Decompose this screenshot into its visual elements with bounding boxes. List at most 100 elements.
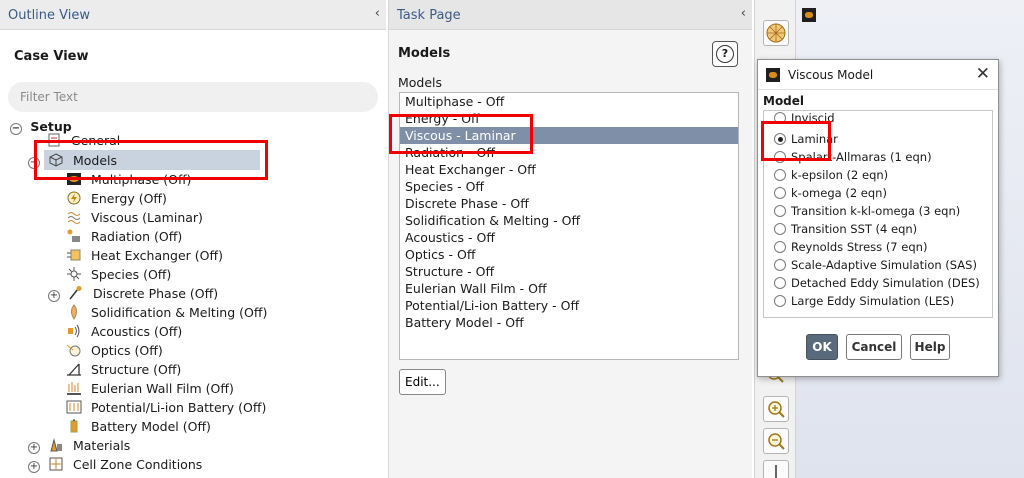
radio-option-k-omega[interactable]: k-omega (2 eqn): [774, 184, 887, 202]
annotation-box-laminar: [761, 121, 831, 161]
materials-icon: [50, 438, 62, 452]
radio-option-k-epsilon[interactable]: k-epsilon (2 eqn): [774, 166, 888, 184]
tree-label-energy: Energy (Off): [90, 191, 167, 206]
viscous-model-dialog: Viscous Model ✕ Model Inviscid Laminar S…: [757, 59, 999, 377]
collapse-outline-icon[interactable]: ‹: [375, 6, 380, 21]
toolbar-button-mesh[interactable]: [763, 20, 789, 46]
tree-label-cell-zone-conditions: Cell Zone Conditions: [72, 457, 203, 472]
tree-item-species[interactable]: Species (Off): [66, 265, 171, 284]
radio-label: Large Eddy Simulation (LES): [791, 294, 955, 308]
tree-item-viscous[interactable]: Viscous (Laminar): [66, 208, 203, 227]
zoom-in-icon: [768, 401, 785, 418]
tree-item-solidification[interactable]: Solidification & Melting (Off): [66, 303, 267, 322]
radio-option-sas[interactable]: Scale-Adaptive Simulation (SAS): [774, 256, 977, 274]
tree-label-radiation: Radiation (Off): [90, 229, 183, 244]
potential-battery-icon: [66, 400, 82, 414]
energy-icon: [67, 191, 81, 205]
list-item[interactable]: Solidification & Melting - Off: [400, 212, 738, 229]
discrete-phase-icon: [69, 286, 82, 300]
tree-item-heat-exchanger[interactable]: Heat Exchanger (Off): [66, 246, 223, 265]
collapse-task-page-icon[interactable]: ‹: [741, 6, 746, 21]
collapse-toggle-icon[interactable]: −: [10, 123, 22, 135]
list-item[interactable]: Acoustics - Off: [400, 229, 738, 246]
outline-view-panel: Outline View ‹ Case View − Setup General…: [0, 0, 386, 478]
help-button[interactable]: Help: [910, 334, 950, 360]
task-page-header: Task Page ‹: [389, 0, 752, 30]
ansys-logo-icon: [802, 8, 816, 22]
close-icon[interactable]: ✕: [976, 64, 990, 84]
tree-item-cell-zone-conditions[interactable]: + Cell Zone Conditions: [28, 455, 202, 474]
tree-item-eulerian-wall-film[interactable]: Eulerian Wall Film (Off): [66, 379, 234, 398]
cancel-button[interactable]: Cancel: [846, 334, 902, 360]
radio-button[interactable]: [774, 169, 786, 181]
viscous-icon: [67, 212, 81, 224]
tree-item-materials[interactable]: + Materials: [28, 436, 130, 455]
battery-model-icon: [70, 419, 78, 433]
tree-item-battery-model[interactable]: Battery Model (Off): [66, 417, 211, 436]
mesh-sphere-icon: [766, 23, 786, 43]
tree-label-viscous: Viscous (Laminar): [90, 210, 203, 225]
acoustics-icon: [68, 324, 80, 338]
tree-label-species: Species (Off): [90, 267, 172, 282]
tree-item-energy[interactable]: Energy (Off): [66, 189, 167, 208]
help-icon: ?: [716, 45, 734, 63]
radiation-icon: [67, 229, 80, 242]
radio-button[interactable]: [774, 259, 786, 271]
ok-button[interactable]: OK: [806, 334, 838, 360]
tree-label-battery-model: Battery Model (Off): [90, 419, 211, 434]
list-item[interactable]: Optics - Off: [400, 246, 738, 263]
expand-toggle-icon[interactable]: +: [48, 290, 60, 302]
tree-label-discrete-phase: Discrete Phase (Off): [92, 286, 219, 301]
tree-label-structure: Structure (Off): [90, 362, 182, 377]
radio-button[interactable]: [774, 187, 786, 199]
tree-label-heat-exchanger: Heat Exchanger (Off): [90, 248, 224, 263]
heat-exchanger-icon: [67, 249, 81, 261]
radio-button[interactable]: [774, 295, 786, 307]
toolbar-button-zoom-in[interactable]: [763, 396, 789, 422]
radio-label: Transition k-kl-omega (3 eqn): [791, 204, 961, 218]
list-item[interactable]: Heat Exchanger - Off: [400, 161, 738, 178]
expand-toggle-icon[interactable]: +: [28, 461, 40, 473]
list-item[interactable]: Battery Model - Off: [400, 314, 738, 331]
help-button[interactable]: ?: [712, 41, 738, 67]
radio-button[interactable]: [774, 223, 786, 235]
tree-item-potential-battery[interactable]: Potential/Li-ion Battery (Off): [66, 398, 266, 417]
list-item[interactable]: Discrete Phase - Off: [400, 195, 738, 212]
dialog-title: Viscous Model: [788, 68, 874, 82]
tree-item-structure[interactable]: Structure (Off): [66, 360, 181, 379]
radio-button[interactable]: [774, 277, 786, 289]
tree-item-radiation[interactable]: Radiation (Off): [66, 227, 182, 246]
radio-option-transition-sst[interactable]: Transition SST (4 eqn): [774, 220, 917, 238]
models-page-title: Models: [398, 46, 451, 61]
annotation-box-models: [34, 140, 268, 180]
radio-option-les[interactable]: Large Eddy Simulation (LES): [774, 292, 954, 310]
list-item[interactable]: Multiphase - Off: [400, 93, 738, 110]
expand-toggle-icon[interactable]: +: [28, 442, 40, 454]
tree-item-discrete-phase[interactable]: + Discrete Phase (Off): [48, 284, 218, 303]
model-section-label: Model: [763, 94, 805, 108]
cell-zone-icon: [49, 457, 63, 471]
radio-option-transition-kkl-omega[interactable]: Transition k-kl-omega (3 eqn): [774, 202, 960, 220]
species-icon: [67, 267, 81, 281]
tree-label-acoustics: Acoustics (Off): [90, 324, 183, 339]
toolbar-button-zoom-out[interactable]: [763, 428, 789, 454]
tree-item-optics[interactable]: Optics (Off): [66, 341, 163, 360]
task-page-panel: Task Page ‹ Models ? Models Multiphase -…: [388, 0, 752, 478]
tree-label-optics: Optics (Off): [90, 343, 163, 358]
radio-option-des[interactable]: Detached Eddy Simulation (DES): [774, 274, 980, 292]
list-item[interactable]: Structure - Off: [400, 263, 738, 280]
list-item[interactable]: Species - Off: [400, 178, 738, 195]
radio-label: Transition SST (4 eqn): [791, 222, 918, 236]
tree-item-acoustics[interactable]: Acoustics (Off): [66, 322, 182, 341]
list-item[interactable]: Potential/Li-ion Battery - Off: [400, 297, 738, 314]
radio-button[interactable]: [774, 241, 786, 253]
radio-label: k-omega (2 eqn): [791, 186, 887, 200]
dialog-titlebar[interactable]: Viscous Model ✕: [758, 60, 998, 90]
edit-button[interactable]: Edit...: [399, 369, 446, 395]
radio-button[interactable]: [774, 205, 786, 217]
list-item[interactable]: Eulerian Wall Film - Off: [400, 280, 738, 297]
filter-text-input[interactable]: [8, 82, 378, 112]
optics-icon: [66, 344, 81, 357]
toolbar-button-fit[interactable]: [763, 460, 789, 478]
radio-option-reynolds-stress[interactable]: Reynolds Stress (7 eqn): [774, 238, 927, 256]
